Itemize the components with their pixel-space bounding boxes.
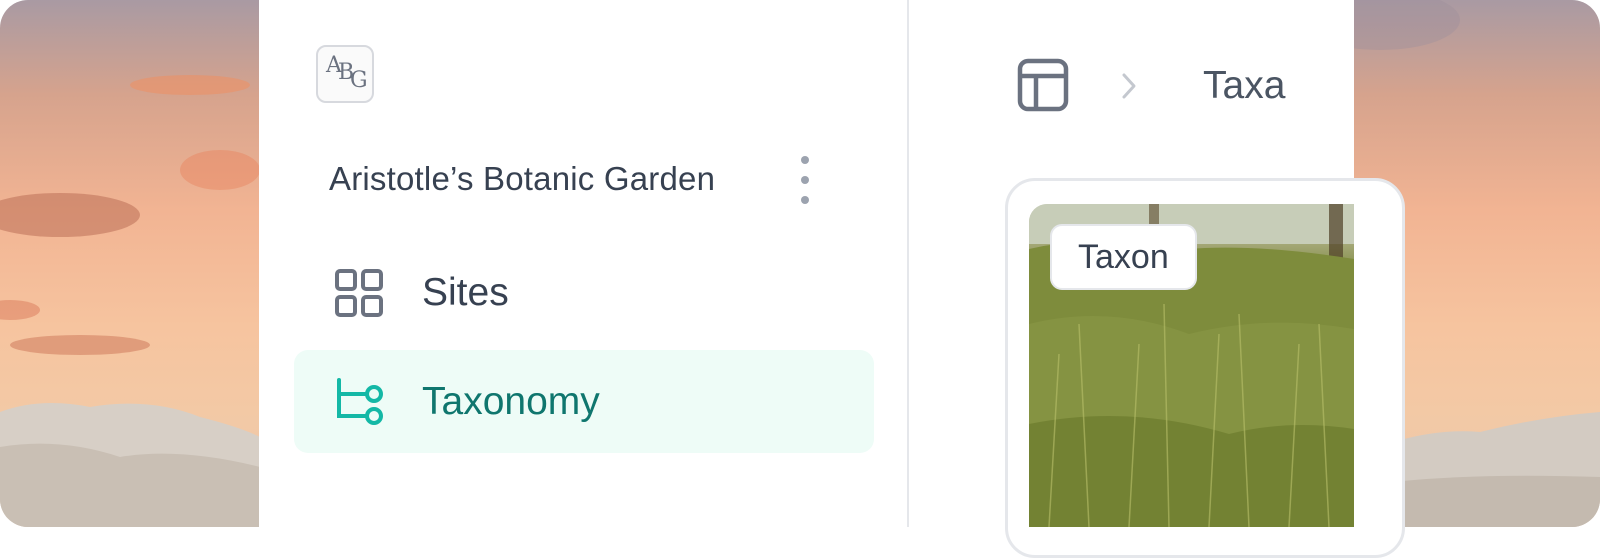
sidebar-item-label: Sites [422,271,509,314]
table-icon[interactable] [1017,58,1069,112]
breadcrumb-current: Taxa [1203,64,1286,107]
org-name[interactable]: Aristotle’s Botanic Garden [329,160,715,198]
taxon-badge: Taxon [1050,224,1197,290]
grid-icon [335,269,383,317]
sidebar-item-taxonomy[interactable]: Taxonomy [294,350,874,453]
sidebar: ABG Aristotle’s Botanic Garden Sites Tax… [259,0,909,527]
main-content: Taxa Taxon [909,0,1405,558]
hierarchy-icon [337,378,383,425]
kebab-menu-icon[interactable] [797,156,813,204]
org-logo[interactable]: ABG [316,45,374,103]
chevron-right-icon [1122,73,1136,99]
sidebar-item-label: Taxonomy [422,380,600,423]
sidebar-item-sites[interactable]: Sites [294,241,874,344]
